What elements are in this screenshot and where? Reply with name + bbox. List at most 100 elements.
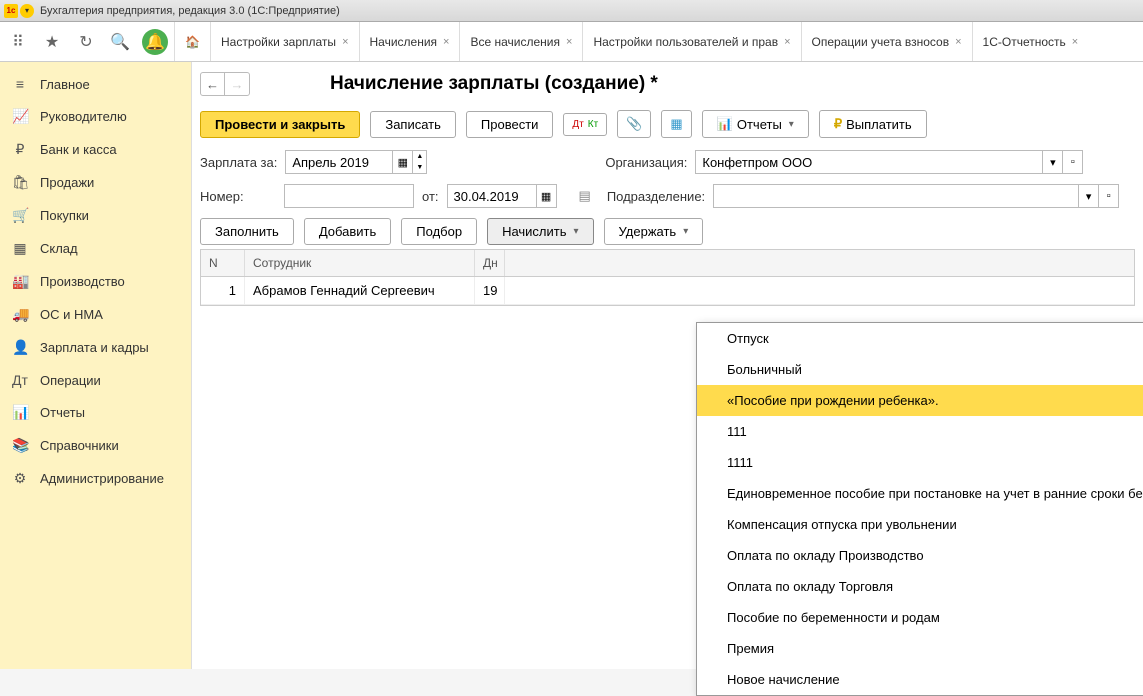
org-dropdown-icon[interactable]: ▾ [1043, 150, 1063, 174]
sidebar-item[interactable]: ▦Склад [0, 232, 191, 265]
sidebar-item[interactable]: ДтОперации [0, 364, 191, 396]
org-open-icon[interactable]: ▫ [1063, 150, 1083, 174]
close-icon[interactable]: × [342, 36, 348, 48]
app-menu-icon[interactable]: ▾ [20, 4, 34, 18]
number-input[interactable] [284, 184, 414, 208]
sidebar-item[interactable]: 🛍Продажи [0, 166, 191, 199]
col-days[interactable]: Дн [475, 250, 505, 276]
reports-button[interactable]: 📊Отчеты [702, 110, 809, 138]
table-row[interactable]: 1Абрамов Геннадий Сергеевич19 [201, 277, 1134, 305]
sidebar-icon: 📊 [12, 404, 28, 421]
accrue-dropdown: ОтпускБольничный«Пособие при рождении ре… [696, 322, 1143, 696]
sidebar-label: Администрирование [40, 471, 164, 486]
close-icon[interactable]: × [955, 36, 961, 48]
cell-employee: Абрамов Геннадий Сергеевич [245, 277, 475, 304]
sidebar-item[interactable]: 📊Отчеты [0, 396, 191, 429]
top-bar: ⠿ ★ ↻ 🔍 🔔 🏠 Настройки зарплаты×Начислени… [0, 22, 1143, 62]
sidebar-icon: 🛒 [12, 207, 28, 224]
org-label: Организация: [605, 155, 687, 170]
menu-item[interactable]: Отпуск [697, 323, 1143, 354]
sidebar-label: Склад [40, 241, 78, 256]
sidebar-icon: 📈 [12, 108, 28, 125]
sidebar-label: Зарплата и кадры [40, 340, 149, 355]
tab[interactable]: Начисления × [359, 22, 460, 61]
sidebar-item[interactable]: 🚚ОС и НМА [0, 298, 191, 331]
sidebar-label: Руководителю [40, 109, 127, 124]
dtkr-button[interactable]: ДтКт [563, 113, 607, 136]
tab[interactable]: Операции учета взносов× [801, 22, 972, 61]
star-icon[interactable]: ★ [40, 30, 64, 54]
division-dropdown-icon[interactable]: ▾ [1079, 184, 1099, 208]
sidebar-label: Банк и касса [40, 142, 117, 157]
menu-item[interactable]: Оплата по окладу Торговля [697, 571, 1143, 602]
period-calendar-icon[interactable]: ▦ [393, 150, 413, 174]
menu-item[interactable]: Больничный [697, 354, 1143, 385]
menu-item[interactable]: Премия [697, 633, 1143, 664]
back-button[interactable]: ← [201, 73, 225, 95]
bell-icon[interactable]: 🔔 [142, 29, 168, 55]
date-calendar-icon[interactable]: ▦ [537, 184, 557, 208]
sidebar-item[interactable]: 📚Справочники [0, 429, 191, 462]
tab-label: 1С-Отчетность [983, 35, 1066, 49]
menu-item[interactable]: «Пособие при рождении ребенка». [697, 385, 1143, 416]
menu-item[interactable]: Единовременное пособие при постановке на… [697, 478, 1143, 509]
tab-label: Начисления [370, 35, 438, 49]
withhold-button[interactable]: Удержать [604, 218, 704, 245]
sidebar-item[interactable]: ≡Главное [0, 68, 191, 100]
close-icon[interactable]: × [443, 36, 449, 48]
add-button[interactable]: Добавить [304, 218, 391, 245]
tab-label: Настройки пользователей и прав [593, 35, 778, 49]
division-open-icon[interactable]: ▫ [1099, 184, 1119, 208]
col-n[interactable]: N [201, 250, 245, 276]
date-input[interactable] [447, 184, 537, 208]
sidebar-icon: ⚙ [12, 470, 28, 487]
conduct-close-button[interactable]: Провести и закрыть [200, 111, 360, 138]
period-input[interactable] [285, 150, 393, 174]
tab[interactable]: Настройки пользователей и прав × [582, 22, 800, 61]
tab[interactable]: 1С-Отчетность × [972, 22, 1089, 61]
search-icon[interactable]: 🔍 [108, 30, 132, 54]
structure-button[interactable]: ▦ [661, 110, 691, 138]
close-icon[interactable]: × [566, 36, 572, 48]
home-tab[interactable]: 🏠 [174, 22, 210, 61]
history-icon[interactable]: ↻ [74, 30, 98, 54]
fill-button[interactable]: Заполнить [200, 218, 294, 245]
sidebar-label: Производство [40, 274, 125, 289]
menu-item[interactable]: Компенсация отпуска при увольнении [697, 509, 1143, 540]
sidebar-icon: Дт [12, 372, 28, 388]
content: ← → Начисление зарплаты (создание) * Про… [192, 62, 1143, 669]
tab[interactable]: Настройки зарплаты× [210, 22, 359, 61]
sidebar-item[interactable]: 📈 Руководителю [0, 100, 191, 133]
sidebar-item[interactable]: ⚙ Администрирование [0, 462, 191, 495]
close-icon[interactable]: × [1072, 36, 1078, 48]
division-input[interactable] [713, 184, 1079, 208]
close-icon[interactable]: × [784, 36, 790, 48]
tab-label: Все начисления [470, 35, 560, 49]
sidebar-item[interactable]: 🛒Покупки [0, 199, 191, 232]
sidebar-label: Справочники [40, 438, 119, 453]
menu-item[interactable]: 111 [697, 416, 1143, 447]
menu-item[interactable]: Оплата по окладу Производство [697, 540, 1143, 571]
period-spinner[interactable]: ▲▼ [413, 150, 427, 174]
sidebar-item[interactable]: 👤 Зарплата и кадры [0, 331, 191, 364]
menu-item[interactable]: Пособие по беременности и родам [697, 602, 1143, 633]
sidebar-item[interactable]: 🏭 Производство [0, 265, 191, 298]
accrue-button[interactable]: Начислить [487, 218, 593, 245]
col-employee[interactable]: Сотрудник [245, 250, 475, 276]
write-button[interactable]: Записать [370, 111, 456, 138]
pay-button[interactable]: ₽Выплатить [819, 110, 927, 138]
sidebar-icon: 🏭 [12, 273, 28, 290]
org-input[interactable] [695, 150, 1043, 174]
comment-icon[interactable]: ▤ [579, 188, 591, 204]
sidebar-icon: 🚚 [12, 306, 28, 323]
attach-button[interactable]: 📎 [617, 110, 651, 138]
menu-item[interactable]: 1111 [697, 447, 1143, 478]
pick-button[interactable]: Подбор [401, 218, 477, 245]
sidebar-icon: 👤 [12, 339, 28, 356]
sidebar-item[interactable]: ₽ Банк и касса [0, 133, 191, 166]
conduct-button[interactable]: Провести [466, 111, 554, 138]
apps-icon[interactable]: ⠿ [6, 30, 30, 54]
tab[interactable]: Все начисления × [459, 22, 582, 61]
forward-button[interactable]: → [225, 73, 249, 95]
sidebar-icon: ₽ [12, 141, 28, 158]
